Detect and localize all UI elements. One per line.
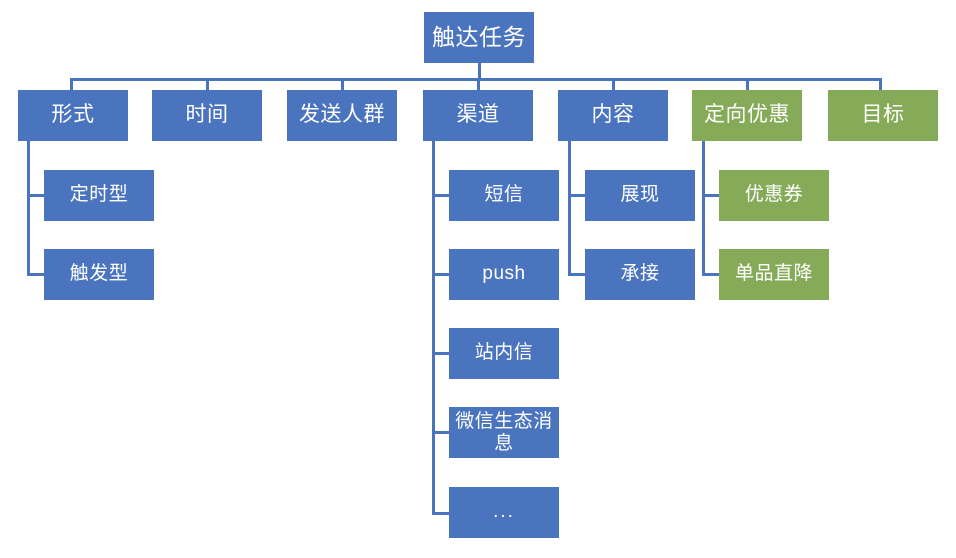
node-label: 发送人群	[299, 103, 385, 127]
node-label: 形式	[51, 103, 95, 127]
node-label: 渠道	[456, 103, 500, 127]
node-channel-more[interactable]: ...	[449, 487, 559, 538]
connector-stem-goal	[879, 78, 882, 90]
connector-form-trunk	[27, 141, 30, 276]
node-label: 定向优惠	[704, 103, 790, 127]
node-direct-discount[interactable]: 单品直降	[719, 249, 829, 300]
node-label: 时间	[185, 103, 229, 127]
connector-stem-form	[70, 78, 73, 90]
node-label: 站内信	[474, 342, 534, 364]
node-label: 触达任务	[432, 24, 526, 51]
node-scheduled-type[interactable]: 定时型	[44, 170, 154, 221]
node-label: 目标	[861, 103, 905, 127]
connector-level2-bus	[70, 78, 882, 81]
node-label: 内容	[591, 103, 635, 127]
node-coupon[interactable]: 优惠券	[719, 170, 829, 221]
node-label: 优惠券	[744, 184, 804, 206]
node-landing[interactable]: 承接	[585, 249, 695, 300]
node-presentation[interactable]: 展现	[585, 170, 695, 221]
node-content[interactable]: 内容	[558, 90, 668, 141]
connector-channel-trunk	[432, 141, 435, 515]
node-goal[interactable]: 目标	[828, 90, 938, 141]
node-wechat-ecosystem-message[interactable]: 微信生态消息	[449, 407, 559, 458]
connector-promo-branch-1	[702, 194, 720, 197]
connector-channel-branch-2	[432, 273, 450, 276]
node-label: 定时型	[69, 184, 129, 206]
connector-channel-branch-4	[432, 431, 450, 434]
connector-promo-trunk	[702, 141, 705, 276]
connector-stem-time	[206, 78, 209, 90]
connector-stem-content	[612, 78, 615, 90]
connector-form-branch-1	[27, 194, 45, 197]
connector-form-branch-2	[27, 273, 45, 276]
node-targeted-promotion[interactable]: 定向优惠	[692, 90, 802, 141]
node-root-reach-task[interactable]: 触达任务	[424, 12, 534, 63]
node-label: 单品直降	[734, 263, 813, 285]
node-push[interactable]: push	[449, 249, 559, 300]
node-form[interactable]: 形式	[18, 90, 128, 141]
node-label: push	[482, 263, 526, 285]
node-time[interactable]: 时间	[152, 90, 262, 141]
connector-channel-branch-5	[432, 512, 450, 515]
connector-stem-channel	[477, 78, 480, 90]
connector-content-branch-1	[568, 194, 586, 197]
connector-content-trunk	[568, 141, 571, 276]
connector-stem-audience	[341, 78, 344, 90]
node-label: 承接	[620, 263, 660, 285]
node-label: 触发型	[69, 263, 129, 285]
org-chart-diagram: 触达任务 形式 时间 发送人群 渠道 内容 定向优惠 目标 定时型 触发型 短信…	[0, 0, 956, 558]
node-in-app-message[interactable]: 站内信	[449, 328, 559, 379]
node-label: 微信生态消息	[455, 411, 553, 454]
connector-stem-promo	[746, 78, 749, 90]
node-sms[interactable]: 短信	[449, 170, 559, 221]
node-label: ...	[493, 501, 515, 523]
node-label: 展现	[620, 184, 660, 206]
node-label: 短信	[484, 184, 524, 206]
connector-content-branch-2	[568, 273, 586, 276]
node-channel[interactable]: 渠道	[423, 90, 533, 141]
connector-channel-branch-3	[432, 352, 450, 355]
connector-promo-branch-2	[702, 273, 720, 276]
node-audience[interactable]: 发送人群	[287, 90, 397, 141]
node-triggered-type[interactable]: 触发型	[44, 249, 154, 300]
connector-channel-branch-1	[432, 194, 450, 197]
